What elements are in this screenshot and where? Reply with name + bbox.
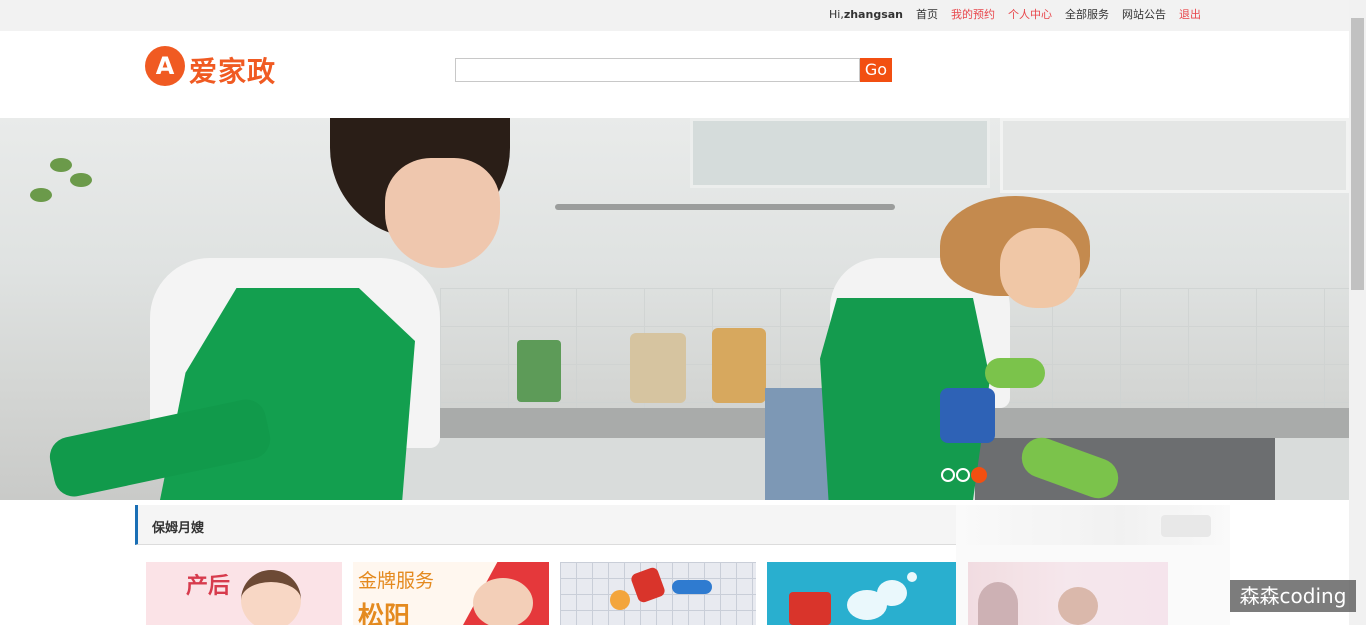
logo-text: 爱家政	[189, 55, 277, 88]
banner-bg-jar	[630, 333, 686, 403]
face	[385, 158, 500, 268]
watermark: 森森coding	[1230, 580, 1356, 612]
side-panel	[956, 505, 1230, 625]
carousel-dot-3[interactable]	[971, 466, 987, 483]
scrollbar[interactable]	[1349, 0, 1366, 625]
card-text: 金牌服务	[358, 570, 435, 592]
service-card[interactable]	[560, 562, 756, 625]
search-bar: Go	[455, 58, 892, 82]
section-title: 保姆月嫂	[152, 521, 205, 536]
service-card[interactable]	[767, 562, 956, 625]
banner-bg-cabinet	[690, 118, 990, 188]
spray-bottle	[940, 388, 995, 443]
bucket-icon	[789, 592, 831, 625]
nav-link-announcements[interactable]: 网站公告	[1122, 8, 1166, 21]
card-subtext: 松阳	[358, 602, 411, 625]
card-illustration	[473, 578, 533, 625]
face	[1000, 228, 1080, 308]
nav-link-home[interactable]: 首页	[916, 8, 938, 21]
user-greeting: Hi,zhangsan	[829, 8, 903, 21]
site-logo[interactable]: A 爱家政	[145, 46, 295, 88]
hero-banner[interactable]	[0, 118, 1349, 500]
banner-bg-cabinet	[1000, 118, 1349, 193]
bubble	[877, 580, 907, 606]
scrollbar-thumb[interactable]	[1351, 18, 1364, 290]
logo-badge-icon: A	[145, 46, 185, 86]
username: zhangsan	[843, 8, 903, 21]
sponge-icon	[610, 590, 630, 610]
side-panel-image[interactable]	[968, 562, 1168, 625]
service-card[interactable]: 产后	[146, 562, 342, 625]
card-illustration	[241, 570, 301, 625]
banner-bg-plant	[30, 148, 100, 208]
glove-icon	[629, 566, 667, 604]
nav-link-all-services[interactable]: 全部服务	[1065, 8, 1109, 21]
carousel-dot-1[interactable]	[941, 467, 955, 482]
top-links: Hi,zhangsan 首页 我的预约 个人中心 全部服务 网站公告 退出	[829, 8, 1214, 22]
banner-bg-oven	[975, 438, 1275, 500]
nav-link-profile[interactable]: 个人中心	[1008, 8, 1052, 21]
section-header: 保姆月嫂	[135, 505, 956, 545]
search-go-button[interactable]: Go	[860, 58, 892, 82]
carousel-dots	[941, 464, 988, 483]
brush-icon	[672, 580, 712, 594]
banner-bg-rail	[555, 204, 895, 210]
glove	[985, 358, 1045, 388]
top-bar: Hi,zhangsan 首页 我的预约 个人中心 全部服务 网站公告 退出	[0, 0, 1349, 31]
card-text: 产后	[186, 574, 231, 599]
nanny-section: 保姆月嫂 产后 金牌服务 松阳	[135, 505, 956, 625]
banner-bg-utensil-pot	[517, 340, 561, 402]
banner-bg-jar	[712, 328, 766, 403]
site-header: A 爱家政 Go	[0, 31, 1349, 118]
search-input[interactable]	[455, 58, 860, 82]
side-panel-more[interactable]	[1161, 515, 1211, 537]
bubble	[907, 572, 917, 582]
nav-link-logout[interactable]: 退出	[1179, 8, 1201, 21]
nav-link-my-bookings[interactable]: 我的预约	[951, 8, 995, 21]
carousel-dot-2[interactable]	[956, 467, 970, 482]
service-card[interactable]: 金牌服务 松阳	[353, 562, 549, 625]
